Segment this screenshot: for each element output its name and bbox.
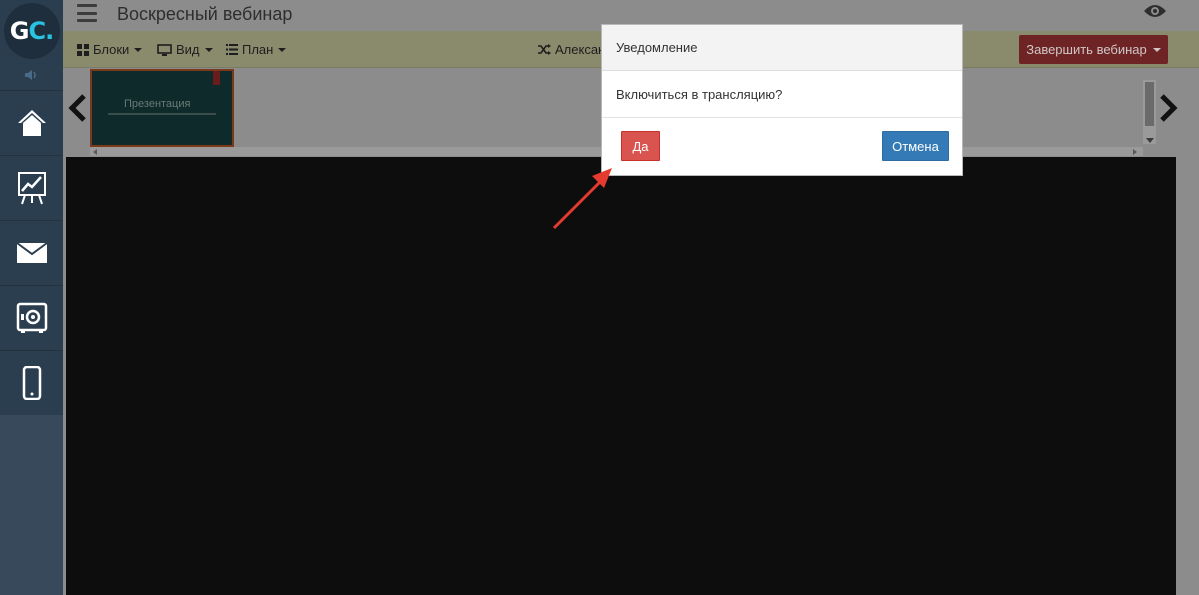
grid-icon: [77, 43, 89, 56]
logo-letter-g: G: [9, 17, 30, 45]
presenter-name: Алексан: [555, 42, 606, 57]
home-icon: [17, 110, 46, 136]
chevron-down-icon: [1152, 47, 1161, 52]
sidebar-item-sales[interactable]: [0, 285, 63, 350]
mobile-icon: [22, 366, 41, 400]
dialog-title: Уведомление: [616, 40, 698, 55]
cancel-button[interactable]: Отмена: [882, 131, 949, 161]
sidebar-item-mobile[interactable]: [0, 350, 63, 415]
prev-slide-arrow-icon[interactable]: [68, 94, 88, 127]
sound-icon[interactable]: [0, 62, 63, 88]
sidebar-item-messages[interactable]: [0, 220, 63, 285]
finish-webinar-label: Завершить вебинар: [1026, 42, 1147, 57]
dialog-message: Включиться в трансляцию?: [616, 87, 783, 102]
shuffle-icon: [538, 44, 551, 55]
slide-bookmark: [213, 71, 220, 85]
broadcast-area: [66, 157, 1176, 595]
presenter-switch-button[interactable]: Алексан: [538, 42, 605, 57]
view-menu-button[interactable]: Вид: [157, 42, 213, 57]
slide-thumbnail-subtitle: [108, 113, 216, 115]
annotation-arrow-icon: [548, 160, 618, 237]
mail-icon: [15, 242, 48, 263]
chevron-down-icon: [278, 47, 287, 52]
plan-menu-button[interactable]: План: [226, 42, 287, 57]
scroll-right-icon[interactable]: [1133, 149, 1137, 155]
finish-webinar-button[interactable]: Завершить вебинар: [1019, 35, 1168, 64]
menu-icon[interactable]: [77, 4, 97, 22]
dialog-header: Уведомление: [602, 25, 962, 71]
chevron-down-icon: [134, 47, 143, 52]
page-title: Воскресный вебинар: [117, 4, 293, 24]
list-icon: [226, 44, 238, 55]
logo-letter-c: C: [28, 17, 46, 45]
blocks-menu-label: Блоки: [93, 42, 130, 57]
yes-button[interactable]: Да: [621, 131, 660, 161]
slide-thumbnail-title: Презентация: [124, 98, 191, 110]
sidebar: GC.: [0, 0, 63, 595]
sidebar-item-home[interactable]: [0, 90, 63, 155]
chart-board-icon: [17, 172, 46, 205]
chevron-down-icon: [204, 47, 213, 52]
eye-icon[interactable]: [1143, 3, 1167, 24]
blocks-menu-button[interactable]: Блоки: [77, 42, 143, 57]
slide-thumbnail[interactable]: Презентация: [90, 69, 234, 147]
view-menu-label: Вид: [176, 42, 200, 57]
scroll-down-icon[interactable]: [1146, 138, 1154, 143]
safe-icon: [16, 302, 47, 333]
next-slide-arrow-icon[interactable]: [1158, 94, 1178, 127]
sidebar-item-webinars[interactable]: [0, 155, 63, 220]
sidebar-footer: [0, 415, 63, 595]
vertical-scrollbar[interactable]: [1143, 80, 1156, 144]
logo-mark: GC.: [3, 3, 60, 59]
plan-menu-label: План: [242, 42, 274, 57]
dialog-divider: [602, 117, 962, 118]
logo-dot: .: [45, 17, 54, 45]
monitor-icon: [157, 43, 172, 56]
logo[interactable]: GC.: [0, 0, 63, 62]
scroll-left-icon[interactable]: [93, 149, 97, 155]
notification-dialog: Уведомление Включиться в трансляцию? Да …: [601, 24, 963, 176]
